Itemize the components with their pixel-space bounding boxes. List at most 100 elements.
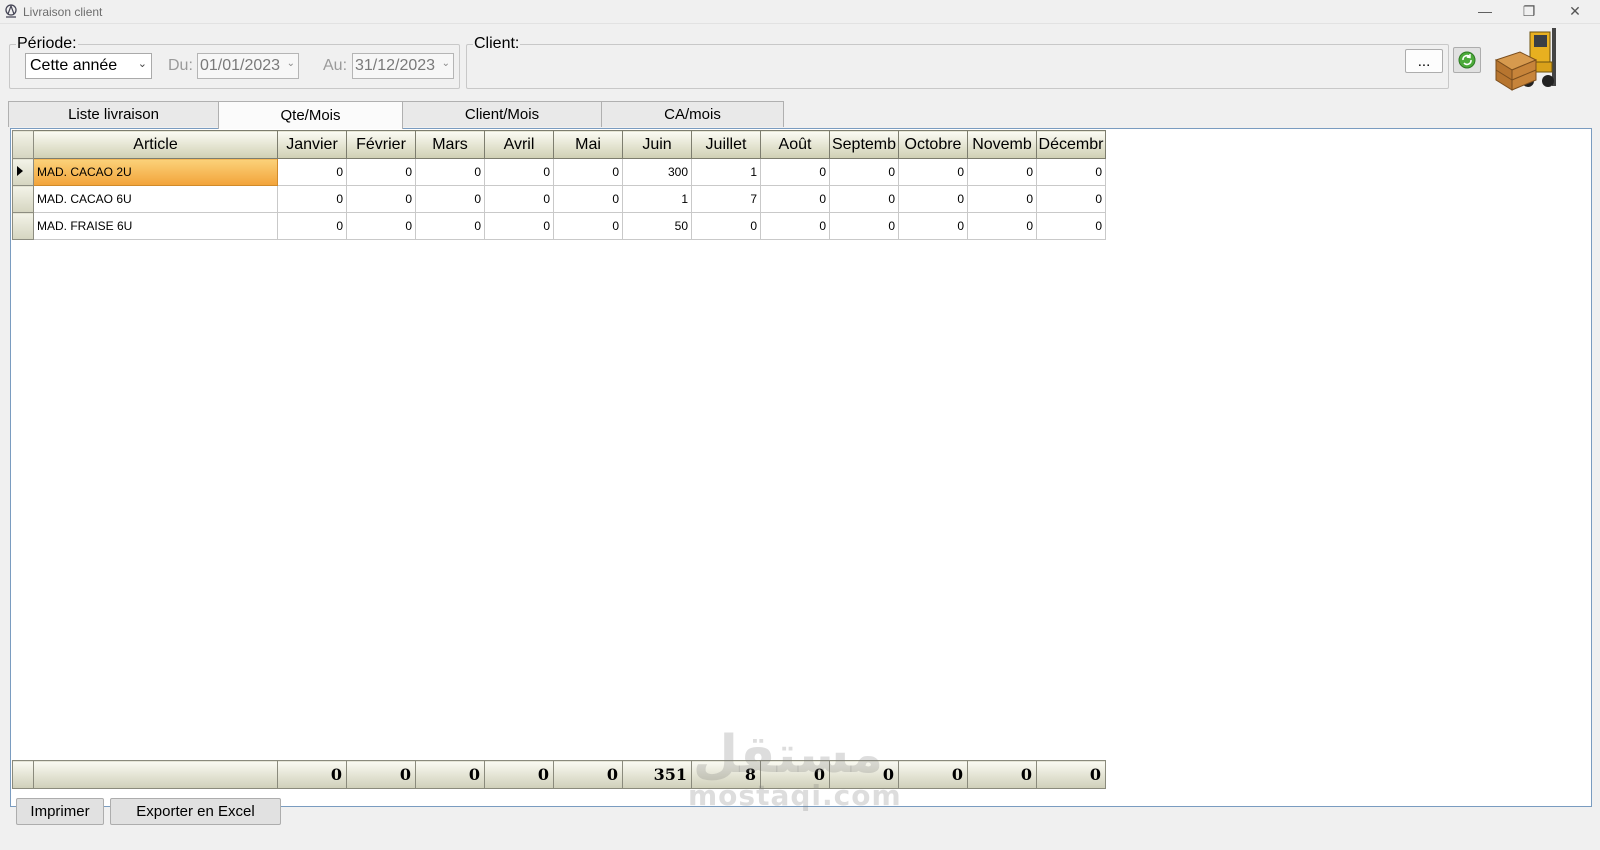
column-header-aout[interactable]: Août [760, 130, 830, 159]
qty-cell[interactable]: 50 [622, 212, 692, 240]
client-label: Client: [473, 35, 521, 53]
qty-cell[interactable]: 0 [691, 212, 761, 240]
total-cell: 0 [277, 760, 347, 789]
au-date-field[interactable]: 31/12/2023 ⌄ [352, 53, 454, 79]
qty-cell[interactable]: 0 [553, 158, 623, 186]
qty-cell[interactable]: 0 [1036, 185, 1106, 213]
current-row-arrow-icon [17, 166, 23, 176]
totals-label-cell [33, 760, 278, 789]
total-cell: 8 [691, 760, 761, 789]
chevron-down-icon: ⌄ [137, 58, 147, 70]
qte-mois-table: Article Janvier Février Mars Avril Mai J… [12, 130, 1106, 240]
close-button[interactable]: ✕ [1552, 0, 1598, 22]
restore-button[interactable]: ❐ [1506, 0, 1552, 22]
article-cell[interactable]: MAD. FRAISE 6U [33, 212, 278, 240]
periode-label: Période: [16, 35, 78, 53]
qty-cell[interactable]: 0 [1036, 158, 1106, 186]
qty-cell[interactable]: 0 [760, 212, 830, 240]
qty-cell[interactable]: 0 [1036, 212, 1106, 240]
total-cell: 0 [760, 760, 830, 789]
qty-cell[interactable]: 0 [967, 158, 1037, 186]
column-header-octobre[interactable]: Octobre [898, 130, 968, 159]
table-row[interactable]: MAD. CACAO 2U 0 0 0 0 0 300 1 0 0 0 0 0 [12, 158, 1106, 186]
total-cell: 0 [1036, 760, 1106, 789]
corner-cell [12, 130, 34, 159]
qty-cell[interactable]: 0 [415, 212, 485, 240]
header-row: Article Janvier Février Mars Avril Mai J… [12, 130, 1106, 159]
client-group [466, 44, 1449, 89]
periode-select-value: Cette année [30, 57, 118, 74]
print-button[interactable]: Imprimer [16, 798, 104, 825]
row-selector[interactable] [12, 158, 34, 186]
forklift-logo [1494, 28, 1556, 91]
qty-cell[interactable]: 0 [829, 185, 899, 213]
total-cell: 0 [346, 760, 416, 789]
refresh-icon [1458, 51, 1476, 69]
qty-cell[interactable]: 0 [898, 185, 968, 213]
column-header-avril[interactable]: Avril [484, 130, 554, 159]
qty-cell[interactable]: 0 [967, 212, 1037, 240]
totals-corner-cell [12, 760, 34, 789]
column-header-mars[interactable]: Mars [415, 130, 485, 159]
du-date-field[interactable]: 01/01/2023 ⌄ [197, 53, 299, 79]
qty-cell[interactable]: 0 [484, 185, 554, 213]
qty-cell[interactable]: 0 [760, 185, 830, 213]
qty-cell[interactable]: 0 [346, 158, 416, 186]
qty-cell[interactable]: 0 [484, 212, 554, 240]
du-label: Du: [168, 57, 193, 74]
du-date-value: 01/01/2023 [200, 57, 281, 74]
data-grid[interactable]: Article Janvier Février Mars Avril Mai J… [10, 128, 1592, 807]
column-header-juillet[interactable]: Juillet [691, 130, 761, 159]
au-date-value: 31/12/2023 [355, 57, 436, 74]
table-row[interactable]: MAD. FRAISE 6U 0 0 0 0 0 50 0 0 0 0 0 0 [12, 212, 1106, 240]
column-header-janvier[interactable]: Janvier [277, 130, 347, 159]
qty-cell[interactable]: 0 [277, 212, 347, 240]
row-selector[interactable] [12, 212, 34, 240]
column-header-decembre[interactable]: Décembr [1036, 130, 1106, 159]
minimize-button[interactable]: — [1462, 0, 1508, 22]
app-icon [5, 4, 17, 18]
export-excel-button[interactable]: Exporter en Excel [110, 798, 281, 825]
qty-cell[interactable]: 1 [622, 185, 692, 213]
tab-client-mois[interactable]: Client/Mois [402, 101, 602, 127]
tab-liste-livraison[interactable]: Liste livraison [8, 101, 219, 127]
table-row[interactable]: MAD. CACAO 6U 0 0 0 0 0 1 7 0 0 0 0 0 [12, 185, 1106, 213]
qty-cell[interactable]: 0 [484, 158, 554, 186]
total-cell: 0 [415, 760, 485, 789]
qty-cell[interactable]: 0 [898, 158, 968, 186]
qty-cell[interactable]: 0 [829, 158, 899, 186]
qty-cell[interactable]: 0 [346, 185, 416, 213]
qty-cell[interactable]: 0 [553, 185, 623, 213]
qty-cell[interactable]: 0 [277, 185, 347, 213]
chevron-down-icon: ⌄ [441, 58, 450, 69]
qty-cell[interactable]: 0 [277, 158, 347, 186]
periode-select[interactable]: Cette année ⌄ [25, 53, 152, 79]
qty-cell[interactable]: 0 [829, 212, 899, 240]
column-header-fevrier[interactable]: Février [346, 130, 416, 159]
qty-cell[interactable]: 7 [691, 185, 761, 213]
au-label: Au: [323, 57, 348, 74]
tab-ca-mois[interactable]: CA/mois [601, 101, 784, 127]
column-header-septembre[interactable]: Septemb [829, 130, 899, 159]
column-header-mai[interactable]: Mai [553, 130, 623, 159]
client-browse-button[interactable]: ... [1405, 49, 1443, 73]
row-selector[interactable] [12, 185, 34, 213]
qty-cell[interactable]: 0 [346, 212, 416, 240]
column-header-novembre[interactable]: Novemb [967, 130, 1037, 159]
totals-row: 0 0 0 0 0 351 8 0 0 0 0 0 [12, 760, 1106, 789]
qty-cell[interactable]: 0 [760, 158, 830, 186]
total-cell: 0 [553, 760, 623, 789]
column-header-article[interactable]: Article [33, 130, 278, 159]
refresh-button[interactable] [1453, 47, 1481, 73]
qty-cell[interactable]: 1 [691, 158, 761, 186]
qty-cell[interactable]: 0 [967, 185, 1037, 213]
qty-cell[interactable]: 300 [622, 158, 692, 186]
article-cell[interactable]: MAD. CACAO 2U [33, 158, 278, 186]
qty-cell[interactable]: 0 [898, 212, 968, 240]
column-header-juin[interactable]: Juin [622, 130, 692, 159]
qty-cell[interactable]: 0 [415, 158, 485, 186]
article-cell[interactable]: MAD. CACAO 6U [33, 185, 278, 213]
qty-cell[interactable]: 0 [415, 185, 485, 213]
qty-cell[interactable]: 0 [553, 212, 623, 240]
tab-qte-mois[interactable]: Qte/Mois [218, 101, 403, 129]
